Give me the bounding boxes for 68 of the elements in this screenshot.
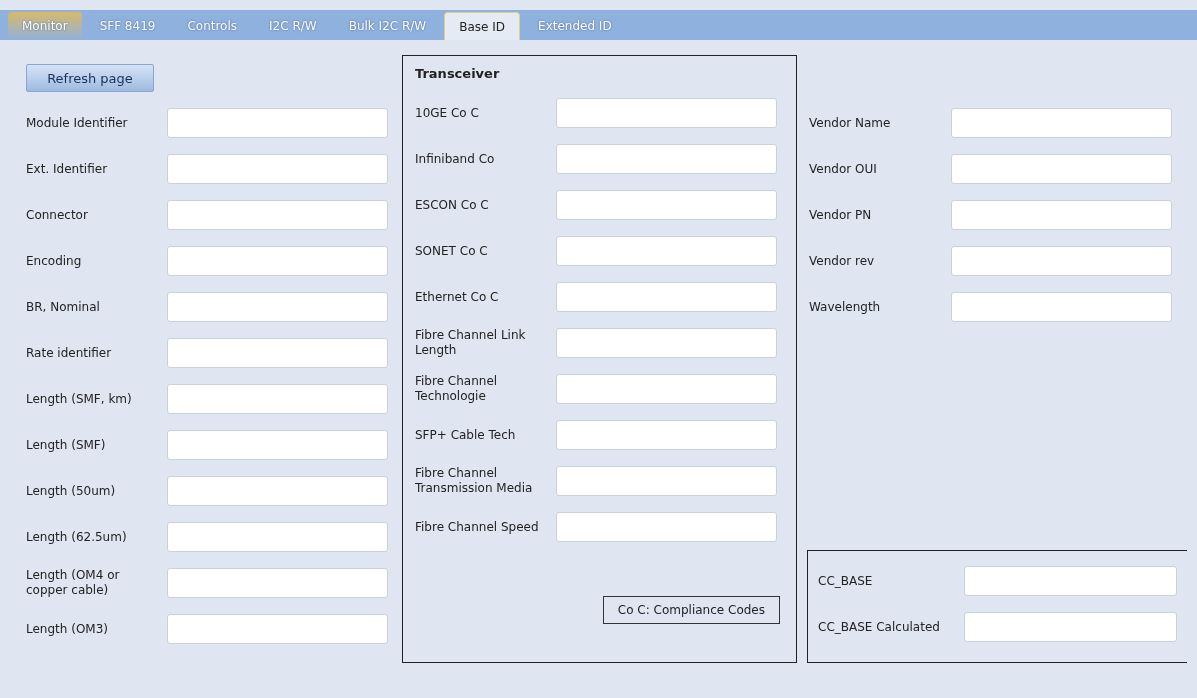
input-field[interactable] — [167, 384, 388, 414]
field-label: 10GE Co C — [415, 105, 480, 121]
field-label: Connector — [26, 207, 89, 223]
input-field[interactable] — [951, 154, 1172, 184]
field-label: Fibre Channel Technologie — [415, 374, 499, 404]
input-field[interactable] — [556, 190, 777, 220]
tab[interactable]: Monitor — [8, 12, 82, 40]
input-field[interactable] — [167, 154, 388, 184]
field-label: SONET Co C — [415, 243, 489, 259]
field-label: Wavelength — [809, 299, 882, 315]
field-label: CC_BASE — [818, 573, 874, 589]
input-field[interactable] — [964, 566, 1177, 596]
input-field[interactable] — [167, 200, 388, 230]
input-field[interactable] — [167, 568, 388, 598]
input-field[interactable] — [556, 374, 777, 404]
input-field[interactable] — [951, 246, 1172, 276]
tab[interactable]: I2C R/W — [255, 12, 331, 40]
field-label: Infiniband Co — [415, 151, 496, 167]
tab[interactable]: Bulk I2C R/W — [334, 12, 441, 40]
field-label: Length (SMF, km) — [26, 391, 133, 407]
field-label: Fibre Channel Transmission Media — [415, 466, 534, 496]
field-label: Vendor PN — [809, 207, 873, 223]
input-field[interactable] — [167, 476, 388, 506]
input-field[interactable] — [556, 328, 777, 358]
input-field[interactable] — [556, 236, 777, 266]
input-field[interactable] — [167, 614, 388, 644]
input-field[interactable] — [964, 612, 1177, 642]
input-field[interactable] — [556, 420, 777, 450]
input-field[interactable] — [556, 512, 777, 542]
input-field[interactable] — [167, 338, 388, 368]
input-field[interactable] — [167, 108, 388, 138]
tab[interactable]: Base ID — [444, 12, 521, 40]
field-label: Vendor rev — [809, 253, 876, 269]
field-label: Vendor Name — [809, 115, 892, 131]
field-label: Vendor OUI — [809, 161, 878, 177]
field-label: Length (62.5um) — [26, 529, 128, 545]
tab[interactable]: Extended ID — [524, 12, 626, 40]
tab[interactable]: SFF 8419 — [85, 12, 170, 40]
input-field[interactable] — [951, 108, 1172, 138]
field-label: Module Identifier — [26, 115, 129, 131]
input-field[interactable] — [556, 466, 777, 496]
input-field[interactable] — [556, 144, 777, 174]
field-label: CC_BASE Calculated — [818, 619, 941, 635]
field-label: Encoding — [26, 253, 83, 269]
field-label: Fibre Channel Speed — [415, 519, 540, 535]
field-label: Ethernet Co C — [415, 289, 500, 305]
field-label: BR, Nominal — [26, 299, 101, 315]
field-label: Length (50um) — [26, 483, 117, 499]
field-label: Length (OM4 or copper cable) — [26, 568, 121, 598]
field-label: ESCON Co C — [415, 197, 490, 213]
input-field[interactable] — [167, 246, 388, 276]
input-field[interactable] — [167, 292, 388, 322]
field-label: Fibre Channel Link Length — [415, 328, 527, 358]
input-field[interactable] — [951, 200, 1172, 230]
field-label: Ext. Identifier — [26, 161, 109, 177]
tab[interactable]: Controls — [173, 12, 252, 40]
input-field[interactable] — [167, 430, 388, 460]
field-label: Length (SMF) — [26, 437, 107, 453]
field-label: SFP+ Cable Tech — [415, 427, 517, 443]
input-field[interactable] — [167, 522, 388, 552]
input-field[interactable] — [556, 98, 777, 128]
panel-title: Transceiver — [415, 66, 501, 83]
legend-note: Co C: Compliance Codes — [602, 596, 780, 624]
field-label: Length (OM3) — [26, 621, 109, 637]
input-field[interactable] — [951, 292, 1172, 322]
input-field[interactable] — [556, 282, 777, 312]
field-label: Rate identifier — [26, 345, 113, 361]
refresh-button[interactable]: Refresh page — [26, 64, 154, 92]
